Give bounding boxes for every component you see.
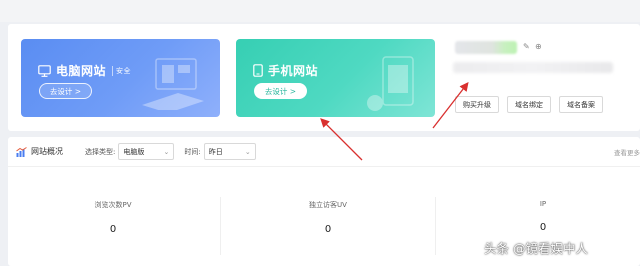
- site-cards-panel: 电脑网站 安全 去设计 > 手机网站 去设计 > ✎ ⊕ 购买升级 域名绑定 域…: [8, 24, 640, 131]
- chevron-down-icon: ⌄: [163, 147, 170, 156]
- top-strip: [0, 0, 640, 22]
- site-name-blurred: [455, 41, 517, 54]
- overview-title: 网站概况: [31, 147, 63, 156]
- security-badge: 安全: [112, 65, 131, 76]
- mobile-design-button[interactable]: 去设计 >: [254, 83, 307, 99]
- edit-icon[interactable]: ✎: [523, 42, 530, 51]
- stat-value: 0: [109, 224, 117, 235]
- watermark: 头条 @镜看娱中人: [484, 241, 588, 256]
- pc-illustration: [142, 58, 204, 110]
- mobile-illustration: [367, 56, 414, 111]
- divider: [8, 166, 640, 167]
- domain-bind-button[interactable]: 域名绑定: [507, 96, 551, 113]
- pc-card-title: 电脑网站: [56, 64, 107, 78]
- stat-label: 浏览次数PV: [94, 201, 132, 209]
- phone-icon: [253, 64, 263, 77]
- overview-toolbar: 网站概况 选择类型: 电脑版 ⌄ 时间: 昨日 ⌄ 查看更多: [8, 137, 640, 166]
- mobile-site-card[interactable]: 手机网站 去设计 >: [236, 39, 435, 117]
- chart-icon: [16, 146, 27, 157]
- time-select-value: 昨日: [208, 147, 223, 156]
- time-select[interactable]: 昨日 ⌄: [203, 143, 256, 160]
- monitor-icon: [38, 64, 51, 77]
- stat-divider: [435, 197, 436, 255]
- stat-divider: [220, 197, 221, 255]
- stat-ip: IP 0: [438, 200, 640, 233]
- chevron-down-icon: ⌄: [244, 147, 251, 156]
- pc-design-button[interactable]: 去设计 >: [39, 83, 92, 99]
- settings-icon[interactable]: ⊕: [535, 42, 542, 51]
- site-url-blurred: [453, 62, 613, 73]
- pc-site-card[interactable]: 电脑网站 安全 去设计 >: [21, 39, 220, 117]
- mobile-card-title: 手机网站: [268, 64, 319, 78]
- stat-pv: 浏览次数PV 0: [8, 200, 218, 235]
- time-label: 时间:: [184, 147, 201, 156]
- stat-value: 0: [324, 224, 332, 235]
- type-select[interactable]: 电脑版 ⌄: [118, 143, 175, 160]
- site-info: ✎ ⊕ 购买升级 域名绑定 域名备案: [445, 38, 635, 123]
- type-label: 选择类型:: [85, 147, 116, 156]
- view-more-link[interactable]: 查看更多: [614, 147, 640, 157]
- domain-record-button[interactable]: 域名备案: [559, 96, 603, 113]
- stat-value: 0: [539, 222, 547, 233]
- type-select-value: 电脑版: [123, 147, 145, 156]
- stat-label: IP: [539, 200, 547, 208]
- upgrade-button[interactable]: 购买升级: [455, 96, 499, 113]
- stat-label: 独立访客UV: [309, 201, 347, 209]
- stat-uv: 独立访客UV 0: [223, 200, 433, 235]
